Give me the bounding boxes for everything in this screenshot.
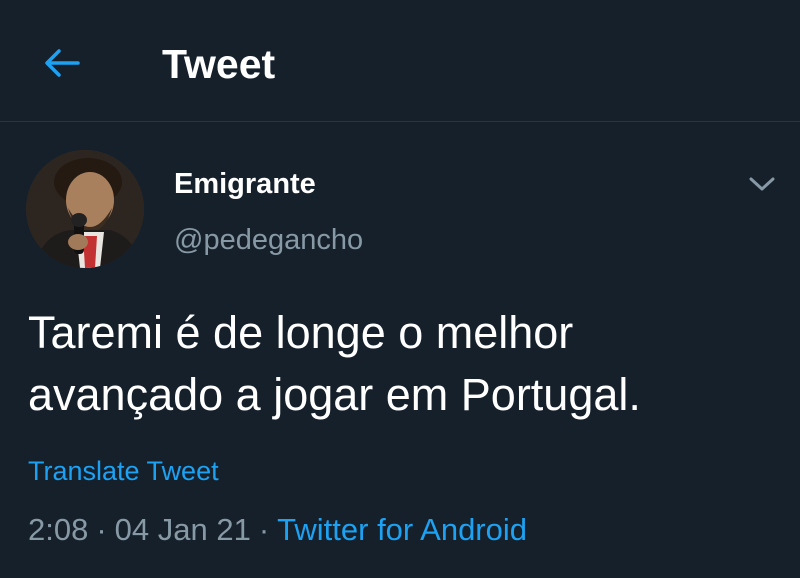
chevron-down-icon (749, 177, 775, 191)
page-title: Tweet (162, 41, 276, 87)
tweet-detail-page: Tweet Emigrante @pedegancho Taremi é de … (0, 0, 800, 578)
top-header: Tweet (0, 0, 800, 122)
separator: · (258, 512, 270, 547)
more-options-button[interactable] (740, 166, 784, 202)
translate-tweet-link[interactable]: Translate Tweet (28, 452, 219, 490)
separator: · (96, 512, 107, 547)
author-handle[interactable]: @pedegancho (174, 220, 363, 260)
tweet-time: 2:08 (28, 512, 89, 547)
avatar-photo (26, 150, 144, 268)
back-button[interactable] (34, 38, 90, 88)
tweet-source-link[interactable]: Twitter for Android (277, 512, 527, 547)
arrow-left-icon (45, 49, 80, 77)
tweet-text: Taremi é de longe o melhor avançado a jo… (28, 307, 641, 420)
author-display-name[interactable]: Emigrante (174, 164, 316, 204)
tweet-date: 04 Jan 21 (114, 512, 251, 547)
avatar[interactable] (26, 150, 144, 268)
tweet-metadata: 2:08 · 04 Jan 21 · Twitter for Android (28, 508, 527, 552)
